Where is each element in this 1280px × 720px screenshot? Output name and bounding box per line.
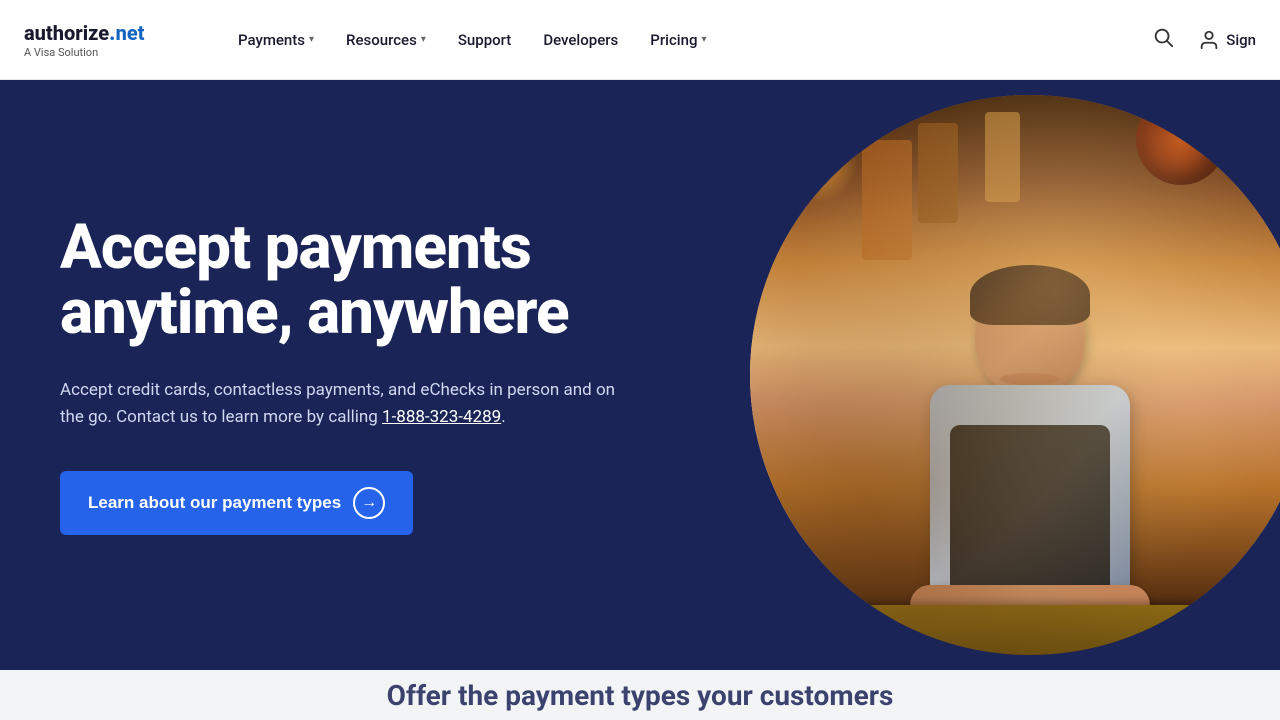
hero-title-line1: Accept payments bbox=[60, 211, 531, 284]
site-header: authorize.net A Visa Solution Payments ▾… bbox=[0, 0, 1280, 80]
logo-authorize-part: authorize bbox=[24, 21, 109, 45]
logo-net: net bbox=[116, 21, 145, 45]
hero-image bbox=[750, 95, 1280, 655]
nav-resources-label: Resources bbox=[346, 31, 417, 49]
hero-desc-text-before: Accept credit cards, contactless payment… bbox=[60, 380, 615, 427]
hero-cta-button[interactable]: Learn about our payment types → bbox=[60, 471, 413, 535]
nav-payments-label: Payments bbox=[238, 31, 305, 49]
hero-desc-text-after: . bbox=[501, 407, 505, 427]
hero-section: Accept payments anytime, anywhere Accept… bbox=[0, 80, 1280, 670]
search-button[interactable] bbox=[1148, 22, 1178, 57]
search-icon bbox=[1152, 26, 1174, 48]
logo-sub-text: A Visa Solution bbox=[24, 46, 98, 59]
logo[interactable]: authorize.net A Visa Solution bbox=[24, 21, 184, 59]
hero-description: Accept credit cards, contactless payment… bbox=[60, 377, 640, 431]
nav-pricing[interactable]: Pricing ▾ bbox=[636, 23, 720, 57]
scene-overlay bbox=[750, 95, 1280, 655]
chevron-down-icon: ▾ bbox=[421, 34, 426, 45]
nav-resources[interactable]: Resources ▾ bbox=[332, 23, 440, 57]
logo-visa-tagline: A Visa Solution bbox=[24, 46, 184, 59]
nav-support-label: Support bbox=[458, 31, 511, 49]
logo-text: authorize.net bbox=[24, 21, 184, 46]
hero-title-line2: anytime, anywhere bbox=[60, 276, 569, 349]
main-nav: Payments ▾ Resources ▾ Support Developer… bbox=[224, 23, 1148, 57]
sign-in-button[interactable]: Sign bbox=[1198, 29, 1256, 51]
nav-support[interactable]: Support bbox=[444, 23, 525, 57]
header-right: Sign bbox=[1148, 22, 1256, 57]
user-icon bbox=[1198, 29, 1220, 51]
nav-developers-label: Developers bbox=[543, 31, 618, 49]
arrow-right-icon: → bbox=[353, 487, 385, 519]
bottom-teaser-text: Offer the payment types your customers bbox=[387, 679, 894, 712]
nav-payments[interactable]: Payments ▾ bbox=[224, 23, 328, 57]
hero-image-bg bbox=[750, 95, 1280, 655]
hero-phone-link[interactable]: 1-888-323-4289 bbox=[382, 407, 501, 427]
hero-content: Accept payments anytime, anywhere Accept… bbox=[0, 155, 640, 596]
hero-title: Accept payments anytime, anywhere bbox=[60, 215, 640, 345]
hero-cta-label: Learn about our payment types bbox=[88, 493, 341, 513]
sign-in-label: Sign bbox=[1226, 31, 1256, 49]
chevron-down-icon: ▾ bbox=[701, 34, 706, 45]
bottom-teaser: Offer the payment types your customers bbox=[0, 670, 1280, 720]
chevron-down-icon: ▾ bbox=[309, 34, 314, 45]
nav-pricing-label: Pricing bbox=[650, 31, 697, 49]
nav-developers[interactable]: Developers bbox=[529, 23, 632, 57]
